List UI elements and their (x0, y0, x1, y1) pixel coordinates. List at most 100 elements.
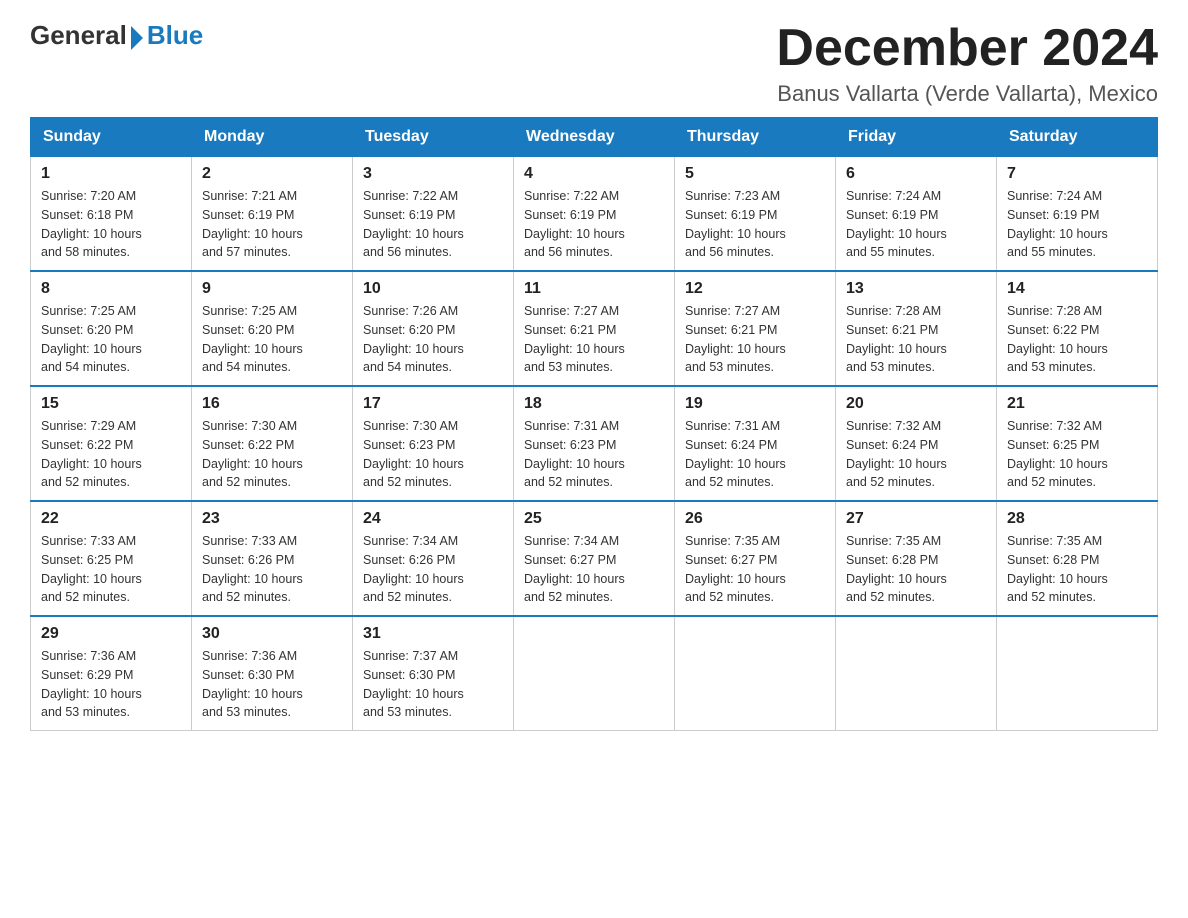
calendar-cell: 3 Sunrise: 7:22 AMSunset: 6:19 PMDayligh… (353, 157, 514, 272)
day-info: Sunrise: 7:33 AMSunset: 6:26 PMDaylight:… (202, 534, 303, 604)
day-number: 3 (363, 165, 503, 183)
day-info: Sunrise: 7:27 AMSunset: 6:21 PMDaylight:… (524, 304, 625, 374)
day-number: 28 (1007, 510, 1147, 528)
day-number: 5 (685, 165, 825, 183)
month-title: December 2024 (776, 20, 1158, 77)
day-number: 9 (202, 280, 342, 298)
day-number: 10 (363, 280, 503, 298)
day-number: 26 (685, 510, 825, 528)
calendar-header-monday: Monday (192, 118, 353, 157)
calendar-week-row: 1 Sunrise: 7:20 AMSunset: 6:18 PMDayligh… (31, 157, 1158, 272)
day-number: 24 (363, 510, 503, 528)
calendar-cell: 2 Sunrise: 7:21 AMSunset: 6:19 PMDayligh… (192, 157, 353, 272)
day-number: 16 (202, 395, 342, 413)
calendar-cell: 7 Sunrise: 7:24 AMSunset: 6:19 PMDayligh… (997, 157, 1158, 272)
day-info: Sunrise: 7:28 AMSunset: 6:22 PMDaylight:… (1007, 304, 1108, 374)
calendar-header-sunday: Sunday (31, 118, 192, 157)
page-header: General Blue December 2024 Banus Vallart… (30, 20, 1158, 107)
calendar-cell: 14 Sunrise: 7:28 AMSunset: 6:22 PMDaylig… (997, 271, 1158, 386)
day-number: 20 (846, 395, 986, 413)
day-number: 17 (363, 395, 503, 413)
day-number: 11 (524, 280, 664, 298)
day-info: Sunrise: 7:27 AMSunset: 6:21 PMDaylight:… (685, 304, 786, 374)
day-info: Sunrise: 7:32 AMSunset: 6:25 PMDaylight:… (1007, 419, 1108, 489)
day-info: Sunrise: 7:25 AMSunset: 6:20 PMDaylight:… (202, 304, 303, 374)
calendar-week-row: 29 Sunrise: 7:36 AMSunset: 6:29 PMDaylig… (31, 616, 1158, 731)
calendar-cell: 31 Sunrise: 7:37 AMSunset: 6:30 PMDaylig… (353, 616, 514, 731)
day-info: Sunrise: 7:24 AMSunset: 6:19 PMDaylight:… (846, 189, 947, 259)
day-number: 14 (1007, 280, 1147, 298)
calendar-table: SundayMondayTuesdayWednesdayThursdayFrid… (30, 117, 1158, 731)
day-info: Sunrise: 7:21 AMSunset: 6:19 PMDaylight:… (202, 189, 303, 259)
logo-general-text: General (30, 20, 127, 51)
day-info: Sunrise: 7:36 AMSunset: 6:29 PMDaylight:… (41, 649, 142, 719)
calendar-cell (836, 616, 997, 731)
calendar-cell: 4 Sunrise: 7:22 AMSunset: 6:19 PMDayligh… (514, 157, 675, 272)
day-info: Sunrise: 7:36 AMSunset: 6:30 PMDaylight:… (202, 649, 303, 719)
calendar-header-row: SundayMondayTuesdayWednesdayThursdayFrid… (31, 118, 1158, 157)
day-info: Sunrise: 7:35 AMSunset: 6:28 PMDaylight:… (846, 534, 947, 604)
calendar-cell: 5 Sunrise: 7:23 AMSunset: 6:19 PMDayligh… (675, 157, 836, 272)
day-number: 19 (685, 395, 825, 413)
day-info: Sunrise: 7:32 AMSunset: 6:24 PMDaylight:… (846, 419, 947, 489)
day-number: 31 (363, 625, 503, 643)
day-info: Sunrise: 7:22 AMSunset: 6:19 PMDaylight:… (363, 189, 464, 259)
calendar-header-friday: Friday (836, 118, 997, 157)
day-number: 18 (524, 395, 664, 413)
day-info: Sunrise: 7:24 AMSunset: 6:19 PMDaylight:… (1007, 189, 1108, 259)
calendar-cell: 25 Sunrise: 7:34 AMSunset: 6:27 PMDaylig… (514, 501, 675, 616)
calendar-cell: 22 Sunrise: 7:33 AMSunset: 6:25 PMDaylig… (31, 501, 192, 616)
calendar-cell: 12 Sunrise: 7:27 AMSunset: 6:21 PMDaylig… (675, 271, 836, 386)
calendar-header-tuesday: Tuesday (353, 118, 514, 157)
calendar-cell: 19 Sunrise: 7:31 AMSunset: 6:24 PMDaylig… (675, 386, 836, 501)
day-number: 8 (41, 280, 181, 298)
day-number: 22 (41, 510, 181, 528)
calendar-cell: 10 Sunrise: 7:26 AMSunset: 6:20 PMDaylig… (353, 271, 514, 386)
day-info: Sunrise: 7:29 AMSunset: 6:22 PMDaylight:… (41, 419, 142, 489)
calendar-cell: 8 Sunrise: 7:25 AMSunset: 6:20 PMDayligh… (31, 271, 192, 386)
calendar-cell: 6 Sunrise: 7:24 AMSunset: 6:19 PMDayligh… (836, 157, 997, 272)
title-section: December 2024 Banus Vallarta (Verde Vall… (776, 20, 1158, 107)
calendar-header-saturday: Saturday (997, 118, 1158, 157)
calendar-cell: 27 Sunrise: 7:35 AMSunset: 6:28 PMDaylig… (836, 501, 997, 616)
calendar-cell: 11 Sunrise: 7:27 AMSunset: 6:21 PMDaylig… (514, 271, 675, 386)
calendar-week-row: 8 Sunrise: 7:25 AMSunset: 6:20 PMDayligh… (31, 271, 1158, 386)
calendar-cell (997, 616, 1158, 731)
day-info: Sunrise: 7:22 AMSunset: 6:19 PMDaylight:… (524, 189, 625, 259)
day-info: Sunrise: 7:20 AMSunset: 6:18 PMDaylight:… (41, 189, 142, 259)
calendar-cell: 26 Sunrise: 7:35 AMSunset: 6:27 PMDaylig… (675, 501, 836, 616)
calendar-cell: 17 Sunrise: 7:30 AMSunset: 6:23 PMDaylig… (353, 386, 514, 501)
day-info: Sunrise: 7:30 AMSunset: 6:23 PMDaylight:… (363, 419, 464, 489)
day-info: Sunrise: 7:30 AMSunset: 6:22 PMDaylight:… (202, 419, 303, 489)
calendar-cell: 1 Sunrise: 7:20 AMSunset: 6:18 PMDayligh… (31, 157, 192, 272)
day-number: 6 (846, 165, 986, 183)
calendar-cell: 24 Sunrise: 7:34 AMSunset: 6:26 PMDaylig… (353, 501, 514, 616)
calendar-cell: 28 Sunrise: 7:35 AMSunset: 6:28 PMDaylig… (997, 501, 1158, 616)
calendar-week-row: 22 Sunrise: 7:33 AMSunset: 6:25 PMDaylig… (31, 501, 1158, 616)
calendar-cell (675, 616, 836, 731)
day-info: Sunrise: 7:28 AMSunset: 6:21 PMDaylight:… (846, 304, 947, 374)
day-number: 23 (202, 510, 342, 528)
calendar-cell: 9 Sunrise: 7:25 AMSunset: 6:20 PMDayligh… (192, 271, 353, 386)
logo: General Blue (30, 20, 203, 51)
day-info: Sunrise: 7:26 AMSunset: 6:20 PMDaylight:… (363, 304, 464, 374)
day-number: 15 (41, 395, 181, 413)
day-number: 13 (846, 280, 986, 298)
calendar-cell: 15 Sunrise: 7:29 AMSunset: 6:22 PMDaylig… (31, 386, 192, 501)
day-info: Sunrise: 7:35 AMSunset: 6:28 PMDaylight:… (1007, 534, 1108, 604)
calendar-header-thursday: Thursday (675, 118, 836, 157)
day-number: 30 (202, 625, 342, 643)
logo-arrow-icon (131, 26, 143, 50)
calendar-week-row: 15 Sunrise: 7:29 AMSunset: 6:22 PMDaylig… (31, 386, 1158, 501)
day-info: Sunrise: 7:31 AMSunset: 6:24 PMDaylight:… (685, 419, 786, 489)
calendar-header-wednesday: Wednesday (514, 118, 675, 157)
day-info: Sunrise: 7:25 AMSunset: 6:20 PMDaylight:… (41, 304, 142, 374)
location-title: Banus Vallarta (Verde Vallarta), Mexico (776, 81, 1158, 107)
calendar-cell: 23 Sunrise: 7:33 AMSunset: 6:26 PMDaylig… (192, 501, 353, 616)
day-info: Sunrise: 7:23 AMSunset: 6:19 PMDaylight:… (685, 189, 786, 259)
calendar-cell: 18 Sunrise: 7:31 AMSunset: 6:23 PMDaylig… (514, 386, 675, 501)
day-number: 2 (202, 165, 342, 183)
day-number: 21 (1007, 395, 1147, 413)
day-info: Sunrise: 7:31 AMSunset: 6:23 PMDaylight:… (524, 419, 625, 489)
logo-blue-text: Blue (147, 20, 203, 51)
